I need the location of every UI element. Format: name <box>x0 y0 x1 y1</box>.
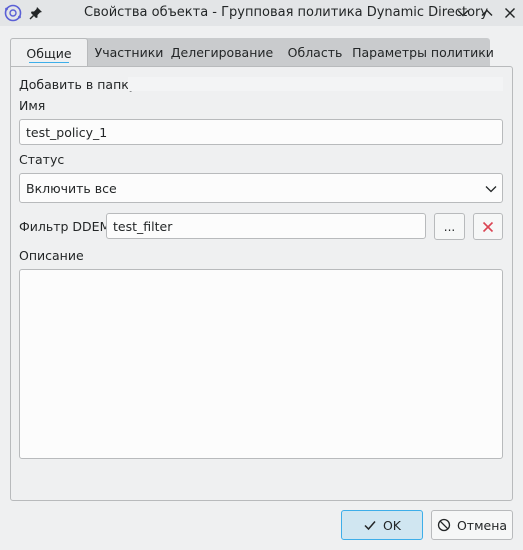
description-label: Описание <box>19 248 84 263</box>
tab-bar: Общие Участники Делегирование Область Па… <box>10 38 494 68</box>
ok-label: OK <box>382 517 402 533</box>
tab-delegation[interactable]: Делегирование <box>170 38 274 67</box>
tab-label: Параметры политики <box>352 45 494 60</box>
active-tab-indicator <box>29 62 69 63</box>
close-icon <box>482 221 494 232</box>
tab-members[interactable]: Участники <box>88 38 170 67</box>
ok-button[interactable]: OK <box>341 510 423 540</box>
ddem-filter-label: Фильтр DDEM <box>19 219 111 234</box>
tab-policy-settings[interactable]: Параметры политики <box>352 38 494 67</box>
close-icon[interactable] <box>502 5 518 21</box>
ddem-filter-field[interactable]: test_filter <box>106 213 426 239</box>
tab-scope[interactable]: Область <box>274 38 356 67</box>
chevron-down-icon <box>485 186 497 193</box>
add-to-folder-field[interactable] <box>128 77 503 91</box>
status-label: Статус <box>19 152 65 167</box>
tab-general[interactable]: Общие <box>10 38 88 68</box>
pin-icon[interactable] <box>29 6 43 20</box>
title-bar: Свойства объекта - Групповая политика Dy… <box>0 0 523 26</box>
cancel-label: Отмена <box>456 517 508 533</box>
dynamic-directory-icon[interactable] <box>4 4 22 22</box>
name-label: Имя <box>19 98 46 113</box>
add-to-folder-label: Добавить в папку <box>19 77 137 92</box>
tab-label: Делегирование <box>170 45 274 60</box>
status-value: Включить все <box>26 180 117 196</box>
browse-label: ... <box>443 219 456 234</box>
window-title: Свойства объекта - Групповая политика Dy… <box>84 5 489 20</box>
cancel-button[interactable]: Отмена <box>431 510 513 540</box>
status-select[interactable]: Включить все <box>19 173 503 203</box>
chevron-up-icon[interactable] <box>479 5 495 21</box>
name-value: test_policy_1 <box>26 124 108 140</box>
description-textarea[interactable] <box>19 269 503 459</box>
browse-filter-button[interactable]: ... <box>434 213 465 240</box>
tab-label: Область <box>287 45 343 60</box>
tab-label: Общие <box>26 46 72 61</box>
name-field[interactable]: test_policy_1 <box>19 119 503 145</box>
chevron-down-icon[interactable] <box>455 5 471 21</box>
ddem-filter-value: test_filter <box>113 218 173 234</box>
cancel-icon <box>437 518 451 532</box>
clear-filter-button[interactable] <box>473 213 503 240</box>
checkmark-icon <box>364 521 376 531</box>
tab-label: Участники <box>94 45 164 60</box>
